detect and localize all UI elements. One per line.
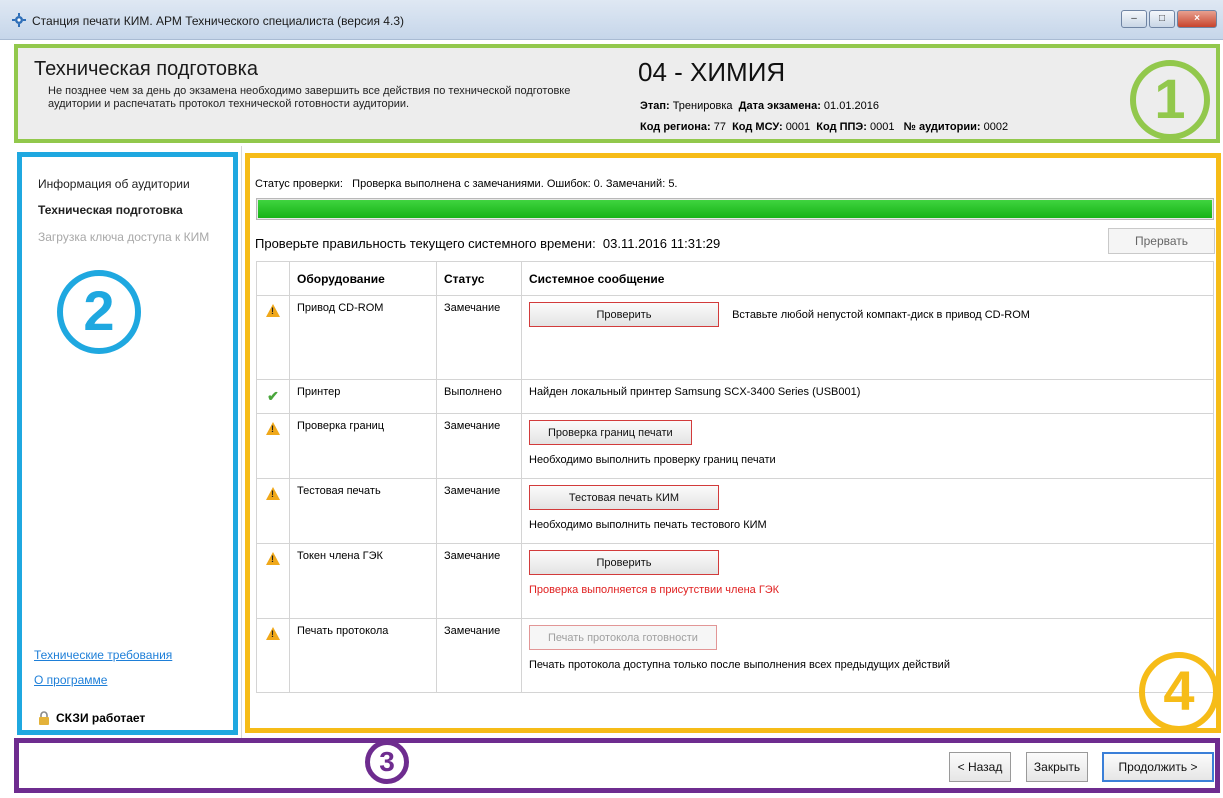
sidebar: Информация об аудитории Техническая подг… [17,152,238,735]
check-status-label: Статус проверки: [255,178,343,190]
table-row: Тестовая печать Замечание Тестовая печат… [256,478,1214,544]
stage-value: Тренировка [672,100,733,112]
column-equipment: Оборудование [289,261,437,296]
row-message-cell: Печать протокола готовности Печать прото… [521,618,1214,693]
window-controls: – □ × [1121,10,1217,28]
ppe-value: 0001 [870,121,895,133]
region-value: 77 [713,121,726,133]
table-row: Токен члена ГЭК Замечание Проверить Пров… [256,543,1214,619]
msu-value: 0001 [785,121,811,133]
app-gear-icon [12,13,26,27]
row-status: Замечание [436,295,522,380]
table-header-row: Оборудование Статус Системное сообщение [256,261,1214,296]
sidebar-item-tech-prep[interactable]: Техническая подготовка [38,203,183,217]
warning-icon [266,487,280,500]
check-progress-bar [256,198,1214,220]
column-message: Системное сообщение [521,261,1214,296]
header-icon-cell [256,261,290,296]
back-button[interactable]: < Назад [949,752,1011,782]
check-token-button[interactable]: Проверить [529,550,719,575]
exam-subject: 04 - ХИМИЯ [638,57,786,87]
exam-meta-row-1: Этап: Тренировка Дата экзамена: 01.01.20… [640,100,879,112]
system-time-line: Проверьте правильность текущего системно… [255,236,720,251]
exam-date-label: Дата экзамена: [738,100,821,112]
table-row: Печать протокола Замечание Печать проток… [256,618,1214,693]
row-equipment: Проверка границ [289,413,437,479]
check-icon: ✔ [267,388,279,404]
lock-icon [39,711,49,725]
equipment-table: Оборудование Статус Системное сообщение … [256,261,1214,693]
close-window-button[interactable]: × [1177,10,1217,28]
print-protocol-button: Печать протокола готовности [529,625,717,650]
page-description: Не позднее чем за день до экзамена необх… [48,85,571,110]
callout-4: 4 [1139,652,1219,732]
row-equipment: Привод CD-ROM [289,295,437,380]
continue-button[interactable]: Продолжить > [1102,752,1214,782]
sidebar-item-room-info[interactable]: Информация об аудитории [38,177,190,191]
exam-meta-row-2: Код региона: 77 Код МСУ: 0001 Код ППЭ: 0… [640,121,1008,133]
sidebar-item-key-loading: Загрузка ключа доступа к КИМ [38,230,210,244]
row-status: Замечание [436,478,522,544]
callout-1: 1 [1130,60,1210,140]
callout-3: 3 [365,740,409,784]
row-status: Замечание [436,618,522,693]
close-button[interactable]: Закрыть [1026,752,1088,782]
table-row: Привод CD-ROM Замечание Проверить Вставь… [256,295,1214,380]
time-value: 03.11.2016 11:31:29 [602,236,721,251]
row-message-cell: Проверка границ печати Необходимо выполн… [521,413,1214,479]
skzi-status: СКЗИ работает [38,711,145,725]
skzi-status-text: СКЗИ работает [56,711,146,725]
exam-date-value: 01.01.2016 [823,100,879,112]
table-row: ✔ Принтер Выполнено Найден локальный при… [256,379,1214,414]
row-message: Найден локальный принтер Samsung SCX-340… [521,379,1214,414]
window-title: Станция печати КИМ. АРМ Технического спе… [32,14,404,28]
warning-icon [266,304,280,317]
check-status: Статус проверки: Проверка выполнена с за… [255,178,678,190]
row-message: Вставьте любой непустой компакт-диск в п… [732,308,1030,321]
time-label: Проверьте правильность текущего системно… [255,236,596,251]
row-message: Проверка выполняется в присутствии члена… [529,584,780,596]
row-message: Печать протокола доступна только после в… [529,659,950,671]
stage-label: Этап: [640,100,670,112]
check-cdrom-button[interactable]: Проверить [529,302,719,327]
row-message-cell: Тестовая печать КИМ Необходимо выполнить… [521,478,1214,544]
column-status: Статус [436,261,522,296]
check-status-text: Проверка выполнена с замечаниями. Ошибок… [352,178,678,190]
warning-icon [266,552,280,565]
row-status: Выполнено [436,379,522,414]
row-message: Необходимо выполнить проверку границ печ… [529,454,776,466]
row-equipment: Тестовая печать [289,478,437,544]
header-panel: Техническая подготовка Не позднее чем за… [14,44,1220,143]
room-label: № аудитории: [903,121,981,133]
main-panel: Статус проверки: Проверка выполнена с за… [245,153,1221,733]
msu-label: Код МСУ: [732,121,783,133]
table-row: Проверка границ Замечание Проверка грани… [256,413,1214,479]
warning-icon [266,422,280,435]
warning-icon [266,627,280,640]
progress-fill [258,200,1212,218]
test-print-button[interactable]: Тестовая печать КИМ [529,485,719,510]
room-value: 0002 [983,121,1009,133]
row-message: Необходимо выполнить печать тестового КИ… [529,519,767,531]
footer-bar: 3 < Назад Закрыть Продолжить > [14,738,1220,793]
maximize-button[interactable]: □ [1149,10,1175,28]
panel-divider [241,146,242,738]
page-title: Техническая подготовка [34,58,258,80]
row-equipment: Печать протокола [289,618,437,693]
abort-button[interactable]: Прервать [1108,228,1215,254]
region-label: Код региона: [640,121,711,133]
tech-requirements-link[interactable]: Технические требования [34,648,172,662]
row-message-cell: Проверить Проверка выполняется в присутс… [521,543,1214,619]
row-equipment: Принтер [289,379,437,414]
ppe-label: Код ППЭ: [816,121,867,133]
row-equipment: Токен члена ГЭК [289,543,437,619]
callout-2: 2 [57,270,141,354]
minimize-button[interactable]: – [1121,10,1147,28]
row-status: Замечание [436,543,522,619]
check-print-borders-button[interactable]: Проверка границ печати [529,420,692,445]
about-link[interactable]: О программе [34,673,107,687]
row-status: Замечание [436,413,522,479]
row-message-cell: Проверить Вставьте любой непустой компак… [521,295,1214,380]
window-titlebar: Станция печати КИМ. АРМ Технического спе… [0,0,1223,40]
